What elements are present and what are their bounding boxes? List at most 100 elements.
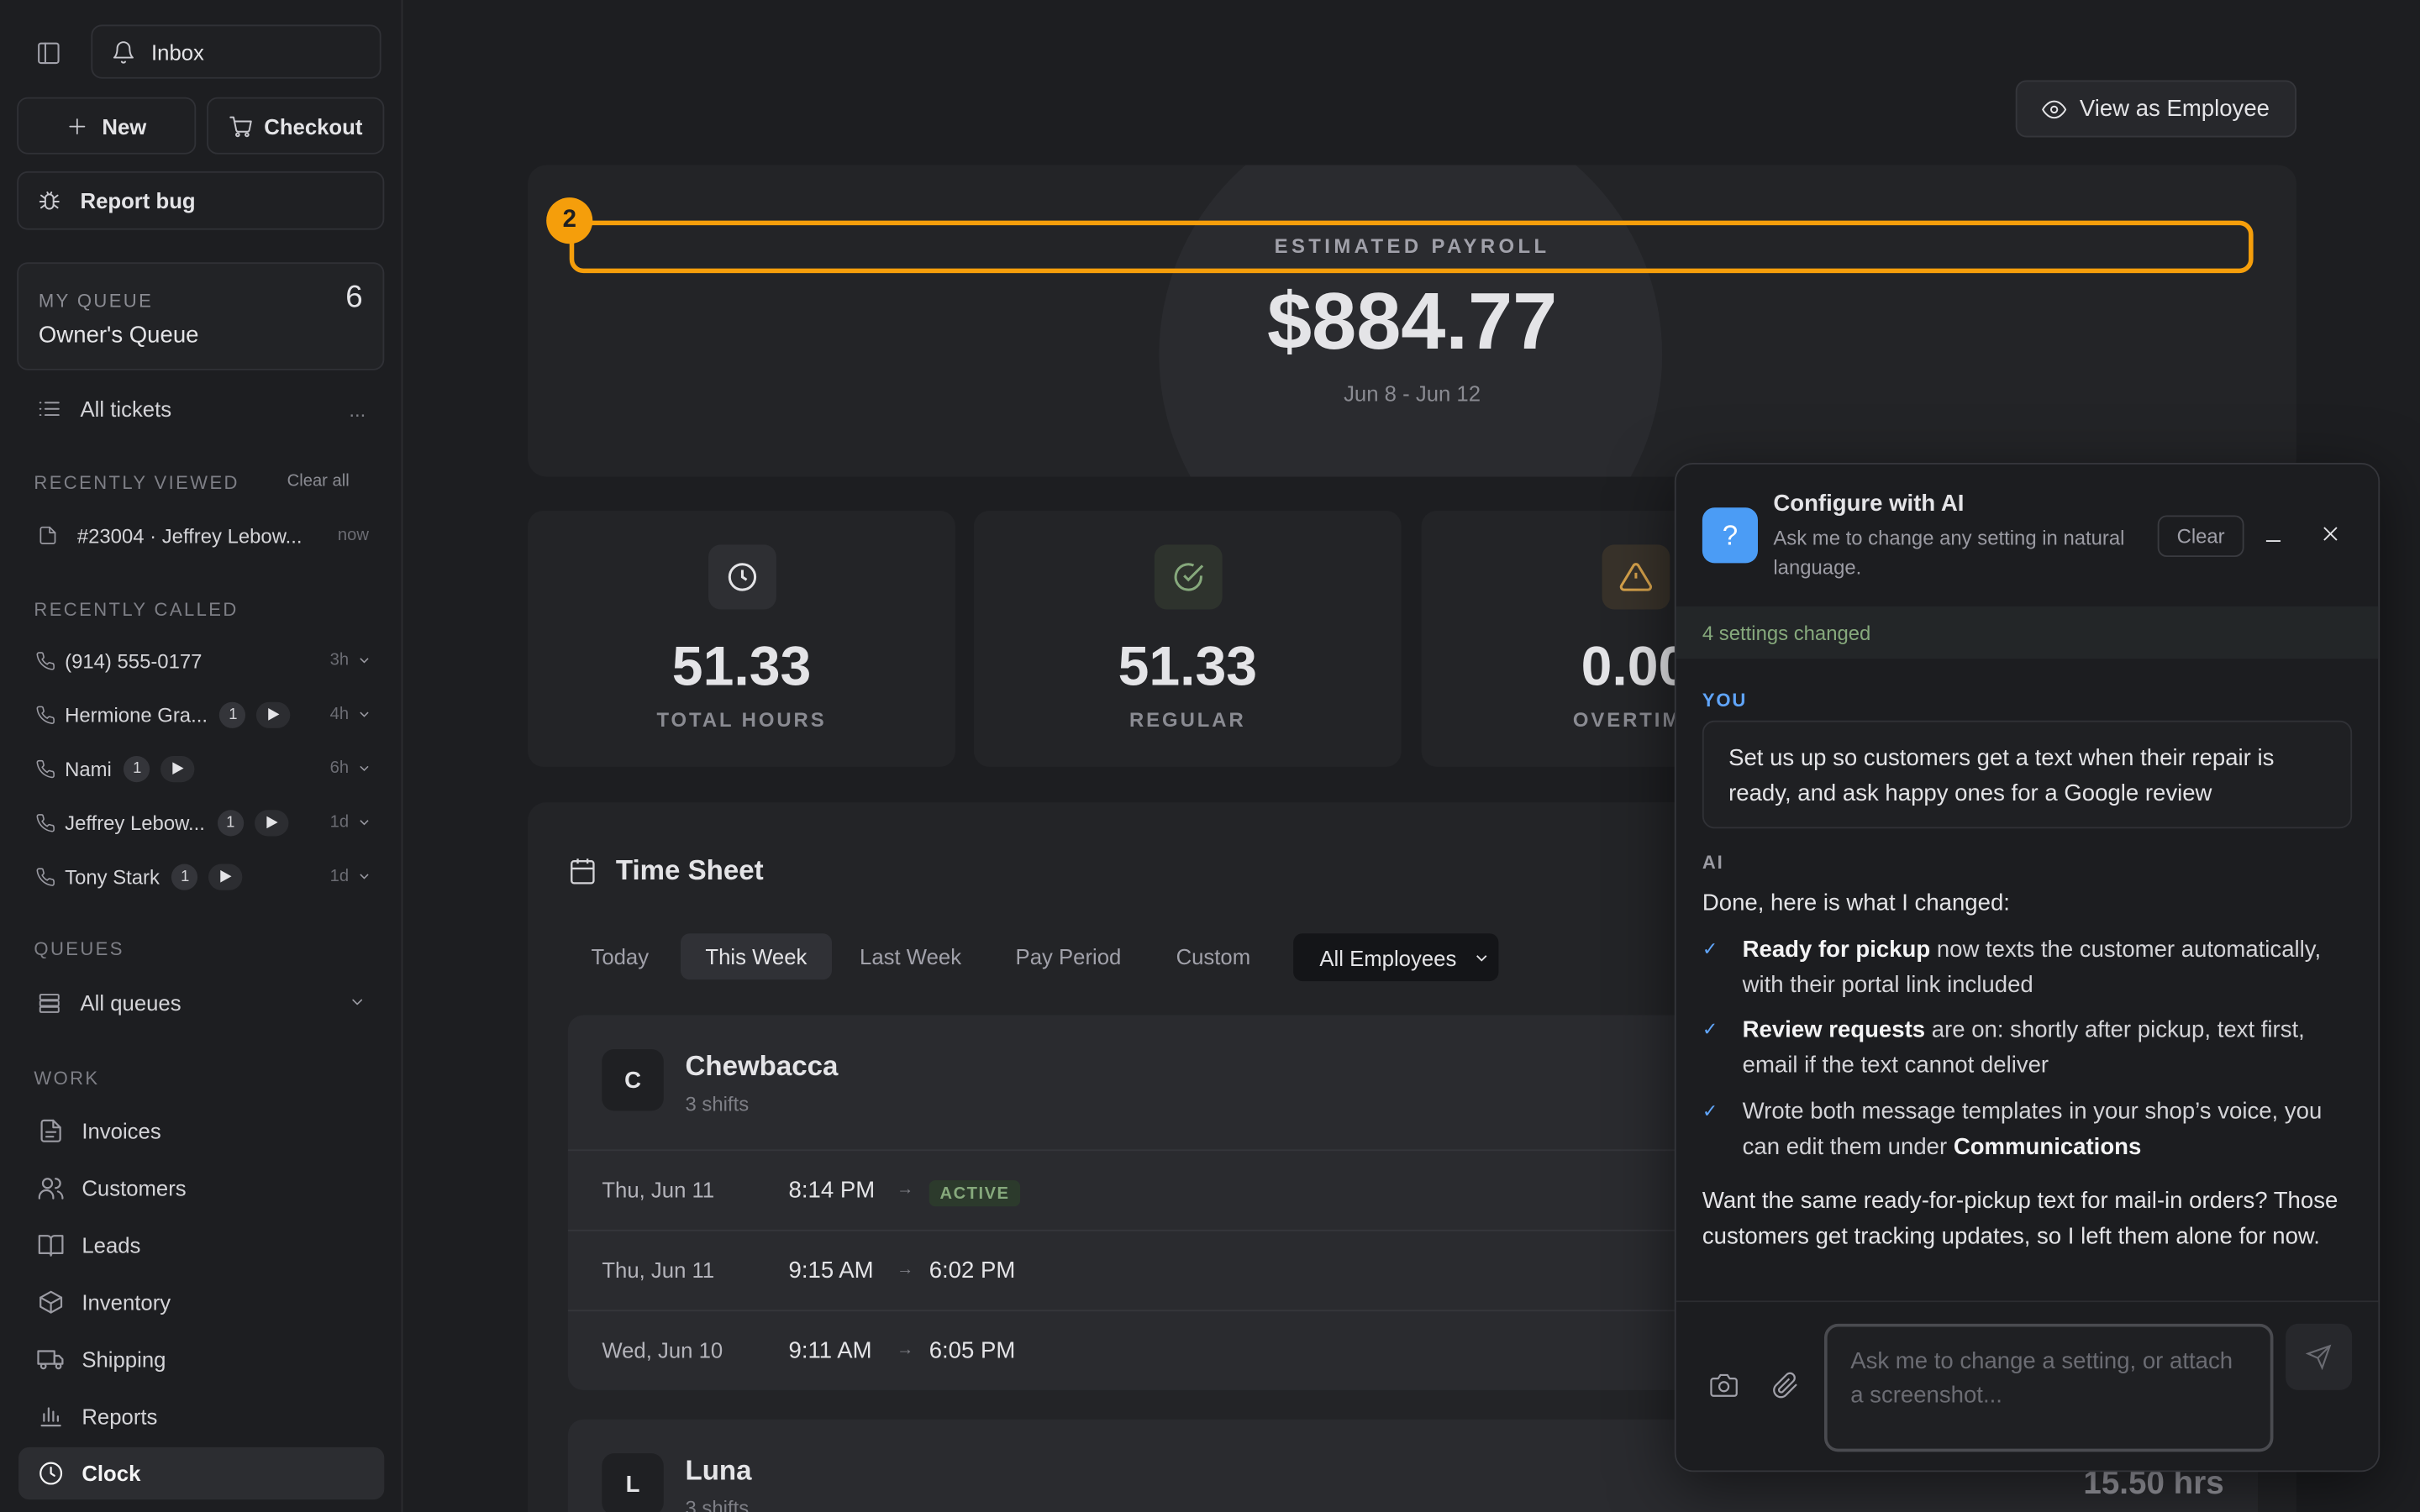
call-count-badge: 1 (171, 863, 198, 890)
check-circle-icon (1154, 544, 1223, 610)
nav-item-clock[interactable]: Clock (18, 1446, 385, 1500)
sidebar-toggle-icon[interactable] (31, 35, 65, 69)
chevron-down-icon[interactable] (356, 757, 371, 780)
all-tickets-more[interactable]: ... (349, 397, 366, 421)
shift-date: Wed, Jun 10 (602, 1337, 723, 1362)
call-time: 6h (329, 759, 350, 778)
ai-composer: Ask me to change a setting, or attach a … (1676, 1300, 2379, 1471)
inbox-button[interactable]: Inbox (91, 24, 381, 79)
clock-icon (39, 1462, 63, 1485)
bug-icon (39, 191, 60, 210)
chevron-down-icon[interactable] (356, 864, 371, 888)
my-queue-card[interactable]: MY QUEUE Owner's Queue 6 (17, 262, 385, 370)
chevron-down-icon[interactable] (356, 811, 371, 834)
employee-filter-value: All Employees (1319, 944, 1457, 970)
book-icon (38, 1235, 64, 1257)
report-bug-label: Report bug (80, 188, 196, 213)
caller-name: Nami (65, 756, 112, 780)
caller-name: (914) 555-0177 (65, 648, 203, 672)
shift-clock-in: 8:14 PM (788, 1177, 876, 1204)
stack-icon (39, 994, 60, 1013)
nav-item-label: Reports (82, 1404, 158, 1429)
camera-icon[interactable] (1710, 1372, 1738, 1407)
shift-clock-in: 9:15 AM (788, 1257, 874, 1284)
send-button[interactable] (2286, 1323, 2353, 1390)
chart-icon (40, 1407, 61, 1427)
tab-last-week[interactable]: Last Week (835, 933, 986, 979)
employee-shift-count: 3 shifts (685, 1496, 750, 1512)
change-bold: Review requests (1742, 1016, 1926, 1043)
phone-icon (18, 866, 65, 886)
sidebar: Inbox New Checkout Report bug MY QUEUE O… (0, 0, 403, 1512)
configure-ai-panel: ? Configure with AI Ask me to change any… (1674, 463, 2381, 1473)
minimize-icon[interactable] (2263, 523, 2285, 553)
recently-called-heading: RECENTLY CALLED (34, 598, 239, 621)
play-recording-button[interactable] (160, 755, 196, 782)
tab-custom[interactable]: Custom (1151, 933, 1275, 979)
shift-clock-out: 6:05 PM (929, 1337, 1016, 1364)
phone-icon (18, 704, 65, 724)
nav-item-label: Clock (82, 1461, 141, 1486)
nav-item-shipping[interactable]: Shipping (18, 1333, 384, 1385)
chevron-down-icon (1476, 954, 1487, 961)
tab-today[interactable]: Today (566, 933, 673, 979)
ai-followup-text: Want the same ready-for-pickup text for … (1702, 1188, 2338, 1250)
new-label: New (102, 113, 147, 139)
user-message: Set us up so customers get a text when t… (1702, 720, 2353, 829)
paperclip-icon[interactable] (1772, 1372, 1800, 1407)
recent-call-item[interactable]: Hermione Gra... 1 4h (18, 690, 384, 739)
warning-icon (1602, 544, 1670, 610)
plus-icon (69, 118, 86, 134)
recent-ticket-item[interactable]: #23004 · Jeffrey Lebow... now (18, 509, 384, 561)
timesheet-title: Time Sheet (615, 854, 764, 886)
my-queue-label: MY QUEUE (38, 290, 154, 312)
nav-item-label: Leads (82, 1232, 141, 1257)
new-button[interactable]: New (17, 97, 197, 155)
nav-item-customers[interactable]: Customers (18, 1162, 384, 1214)
ai-panel-title: Configure with AI (1773, 491, 1965, 517)
nav-item-reports[interactable]: Reports (18, 1390, 384, 1442)
view-as-employee-button[interactable]: View as Employee (2015, 80, 2297, 138)
report-bug-button[interactable]: Report bug (17, 171, 385, 230)
queue-name: Owner's Queue (38, 322, 199, 349)
recent-ticket-label: #23004 · Jeffrey Lebow... (76, 523, 302, 548)
checkout-button[interactable]: Checkout (207, 97, 385, 155)
check-icon: ✓ (1702, 1018, 1718, 1040)
nav-item-leads[interactable]: Leads (18, 1219, 384, 1271)
tour-step-badge: 2 (546, 197, 593, 244)
change-bold: Ready for pickup (1742, 936, 1931, 963)
truck-icon (37, 1350, 64, 1370)
send-icon (2306, 1344, 2332, 1370)
clear-all-button[interactable]: Clear all (287, 472, 350, 491)
caller-name: Tony Stark (65, 864, 160, 889)
inbox-label: Inbox (150, 39, 204, 65)
chevron-down-icon[interactable] (356, 648, 371, 672)
recent-call-item[interactable]: (914) 555-0177 3h (18, 636, 384, 685)
file-icon (39, 526, 56, 544)
chevron-down-icon[interactable] (356, 703, 371, 727)
employee-filter-select[interactable]: All Employees (1293, 933, 1499, 982)
recent-call-item[interactable]: Jeffrey Lebow... 1 1d (18, 798, 384, 848)
close-icon[interactable] (2320, 523, 2342, 553)
tab-this-week[interactable]: This Week (680, 933, 832, 980)
avatar: C (602, 1048, 664, 1111)
all-queues-dropdown[interactable]: All queues (18, 977, 384, 1029)
play-recording-button[interactable] (256, 701, 292, 728)
nav-item-invoices[interactable]: Invoices (18, 1105, 384, 1157)
nav-item-inventory[interactable]: Inventory (18, 1276, 384, 1328)
recent-call-item[interactable]: Tony Stark 1 1d (18, 852, 384, 901)
play-icon (221, 869, 233, 883)
all-tickets-link[interactable]: All tickets ... (18, 383, 384, 435)
clear-button[interactable]: Clear (2157, 515, 2244, 558)
play-recording-button[interactable] (208, 863, 244, 890)
employee-shift-count: 3 shifts (685, 1092, 750, 1116)
all-tickets-label: All tickets (80, 396, 172, 422)
call-time: 3h (329, 651, 350, 670)
call-time: 4h (329, 705, 350, 724)
ai-message-input[interactable]: Ask me to change a setting, or attach a … (1823, 1323, 2274, 1452)
stat-total-hours: 51.33 TOTAL HOURS (528, 510, 955, 767)
phone-icon (18, 759, 65, 779)
recent-call-item[interactable]: Nami 1 6h (18, 743, 384, 793)
play-recording-button[interactable] (254, 809, 289, 836)
tab-pay-period[interactable]: Pay Period (991, 933, 1146, 979)
